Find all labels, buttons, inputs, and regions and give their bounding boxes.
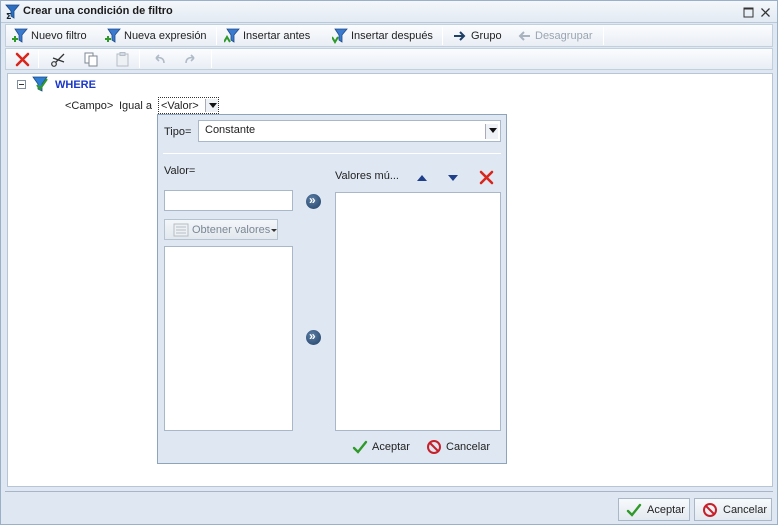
cancel-icon — [427, 440, 441, 454]
new-filter-button[interactable]: Nuevo filtro — [12, 27, 87, 45]
remove-value-icon[interactable] — [479, 170, 494, 185]
move-down-icon[interactable] — [446, 172, 460, 184]
ungroup-button[interactable]: Desagrupar — [516, 27, 592, 45]
toolbar-separator — [216, 27, 217, 45]
close-icon[interactable] — [760, 7, 771, 18]
toolbar-separator — [38, 50, 39, 68]
list-icon — [173, 223, 189, 237]
main-toolbar: Nuevo filtro Nueva expresión Insertar an… — [5, 24, 773, 47]
insert-after-button[interactable]: Insertar después — [332, 27, 433, 45]
chevron-down-icon[interactable] — [205, 99, 218, 112]
values-list[interactable] — [164, 246, 293, 431]
divider — [163, 153, 501, 154]
collapse-toggle[interactable] — [17, 80, 26, 89]
tipo-label: Tipo= — [164, 126, 192, 138]
multi-values-list[interactable] — [335, 192, 501, 431]
add-value-button[interactable] — [306, 193, 321, 209]
condition-value-dropdown[interactable]: <Valor> — [158, 97, 219, 114]
toolbar-separator — [139, 50, 140, 68]
group-button[interactable]: Grupo — [452, 27, 502, 45]
move-values-button[interactable] — [306, 329, 321, 345]
delete-icon[interactable] — [14, 51, 31, 68]
new-expression-button[interactable]: Nueva expresión — [105, 27, 207, 45]
cut-icon[interactable] — [50, 51, 67, 68]
copy-icon[interactable] — [83, 51, 100, 68]
chevron-down-icon[interactable] — [485, 124, 498, 139]
move-up-icon[interactable] — [415, 172, 429, 184]
redo-icon[interactable] — [182, 51, 199, 68]
new-filter-icon — [12, 28, 28, 43]
popup-ok-button[interactable]: Aceptar — [352, 437, 410, 457]
tipo-select[interactable]: Constante — [198, 120, 501, 142]
cancel-icon — [703, 502, 717, 517]
window-title: Crear una condición de filtro — [23, 5, 173, 17]
condition-field[interactable]: <Campo> — [65, 100, 113, 112]
toolbar-separator — [603, 27, 604, 45]
popup-cancel-button[interactable]: Cancelar — [426, 437, 490, 457]
maximize-icon[interactable] — [743, 7, 754, 18]
toolbar-separator — [211, 50, 212, 68]
svg-text:Σ: Σ — [6, 12, 11, 20]
where-node-label[interactable]: WHERE — [55, 79, 96, 91]
checkmark-icon — [626, 503, 642, 517]
checkmark-icon — [352, 440, 368, 454]
value-editor-popup: Tipo= Constante Valor= Obtener valores V… — [157, 114, 507, 464]
group-arrow-icon — [454, 31, 466, 41]
undo-icon[interactable] — [151, 51, 168, 68]
footer-divider — [5, 491, 773, 492]
toolbar-separator — [442, 27, 443, 45]
ungroup-arrow-icon — [518, 31, 530, 41]
sigma-filter-icon: Σ — [5, 4, 20, 20]
caret-down-icon — [271, 229, 277, 232]
edit-toolbar — [5, 48, 773, 70]
multi-values-label: Valores mú... — [335, 170, 399, 182]
insert-before-button[interactable]: Insertar antes — [224, 27, 310, 45]
valor-label: Valor= — [164, 165, 196, 177]
filter-funnel-icon — [32, 76, 48, 92]
insert-before-icon — [224, 28, 240, 43]
new-expression-icon — [105, 28, 121, 43]
title-bar: Σ Crear una condición de filtro — [1, 1, 777, 23]
valor-input[interactable] — [164, 190, 293, 211]
ok-button[interactable]: Aceptar — [618, 498, 690, 521]
condition-operator[interactable]: Igual a — [119, 100, 152, 112]
cancel-button[interactable]: Cancelar — [694, 498, 772, 521]
filter-condition-dialog: Σ Crear una condición de filtro Nuevo fi… — [0, 0, 778, 525]
get-values-button[interactable]: Obtener valores — [164, 219, 278, 240]
insert-after-icon — [332, 28, 348, 44]
paste-icon[interactable] — [114, 51, 131, 68]
